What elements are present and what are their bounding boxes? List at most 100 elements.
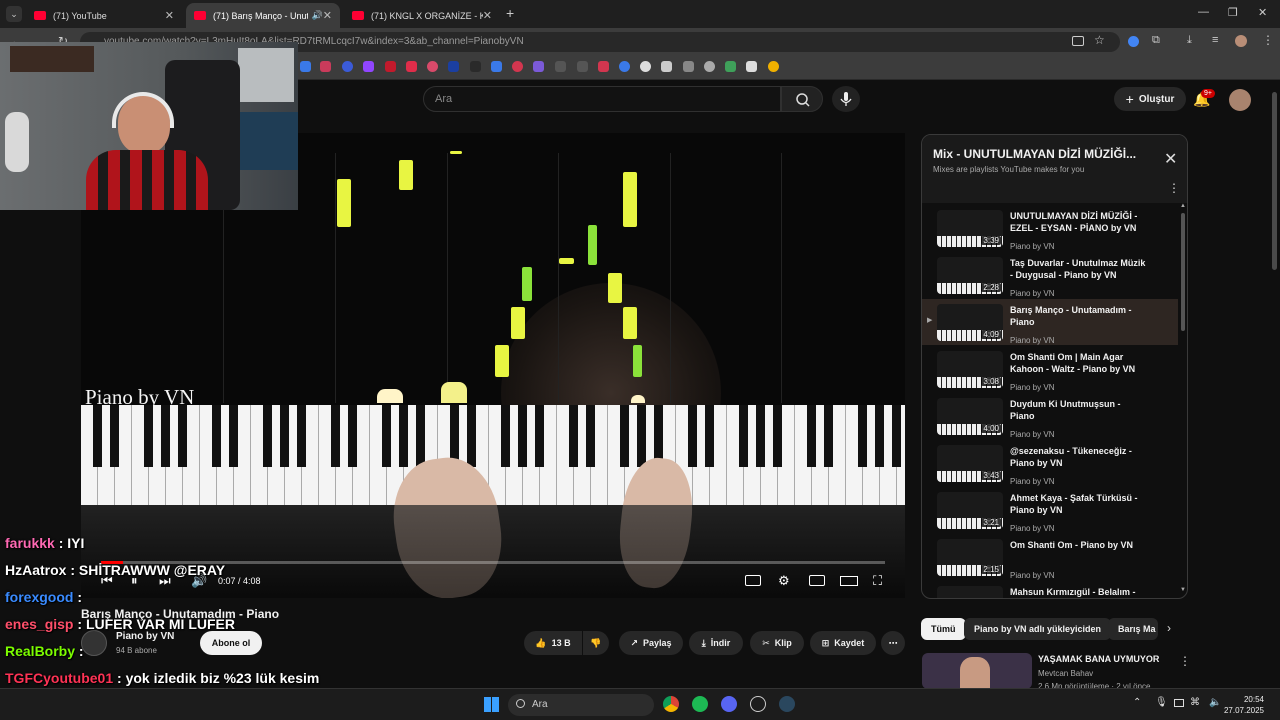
bookmark-star-icon[interactable]: ☆ <box>1094 33 1105 47</box>
tab-kngl[interactable]: (71) KNGL X ORGANİZE - KATLİ ✕ <box>344 3 500 28</box>
playlist-item[interactable]: 4:00 Duydum Ki Unutmuşsun - Piano Piano by… <box>922 393 1178 439</box>
bookmark-icon[interactable] <box>704 61 715 72</box>
chat-username[interactable]: RealBorby <box>5 643 75 659</box>
recommended-channel[interactable]: Mevtcan Bahav <box>1038 669 1093 678</box>
reading-list-icon[interactable]: ≡ <box>1212 34 1218 46</box>
scroll-down-icon[interactable]: ▼ <box>1180 587 1186 593</box>
bookmark-icon[interactable] <box>342 61 353 72</box>
dislike-button[interactable]: 👎 <box>583 631 609 655</box>
bookmark-icon[interactable] <box>598 61 609 72</box>
search-input[interactable]: Ara <box>423 86 781 112</box>
fullscreen-icon[interactable]: ⛶ <box>873 573 882 589</box>
window-close-button[interactable]: ✕ <box>1258 6 1267 19</box>
bookmark-icon[interactable] <box>619 61 630 72</box>
tray-display-icon[interactable] <box>1174 699 1184 707</box>
download-icon[interactable]: ⤓ <box>1187 34 1192 47</box>
tray-chevron-icon[interactable]: ⌃ <box>1133 697 1141 708</box>
bookmark-icon[interactable] <box>363 61 374 72</box>
subscribe-button[interactable]: Abone ol <box>200 631 262 655</box>
bookmark-icon[interactable] <box>320 61 331 72</box>
bookmark-icon[interactable] <box>746 61 757 72</box>
scroll-up-icon[interactable]: ▲ <box>1180 203 1186 209</box>
chip-all[interactable]: Tümü <box>921 618 966 640</box>
cast-icon[interactable] <box>1072 36 1084 46</box>
channel-name[interactable]: Piano by VN <box>116 631 174 642</box>
bookmark-icon[interactable] <box>640 61 651 72</box>
recommended-menu-icon[interactable]: ⋮ <box>1179 654 1191 668</box>
recommended-title[interactable]: YAŞAMAK BANA UYMUYOR <box>1038 654 1159 664</box>
share-button[interactable]: ↗ Paylaş <box>619 631 683 655</box>
discord-icon[interactable] <box>721 696 737 712</box>
like-button[interactable]: 👍 13 B <box>524 631 582 655</box>
bookmark-icon[interactable] <box>555 61 566 72</box>
theater-mode-icon[interactable] <box>840 576 858 586</box>
steam-icon[interactable] <box>779 696 795 712</box>
save-button[interactable]: ⊞ Kaydet <box>810 631 876 655</box>
puzzle-icon[interactable]: ⧉ <box>1152 34 1160 47</box>
subtitles-icon[interactable] <box>745 575 761 586</box>
bookmark-icon[interactable] <box>385 61 396 72</box>
chat-username[interactable]: forexgood <box>5 589 73 605</box>
chat-username[interactable]: TGFCyoutube01 <box>5 670 113 686</box>
playlist-item[interactable]: 2:15 Om Shanti Om - Piano by VN Piano by V… <box>922 534 1178 580</box>
tab-search-icon[interactable]: ⌄ <box>6 6 22 22</box>
chat-username[interactable]: enes_gisp <box>5 616 73 632</box>
gpu-app-icon[interactable] <box>750 696 766 712</box>
bookmark-icon[interactable] <box>661 61 672 72</box>
search-button[interactable] <box>781 86 823 112</box>
more-actions-button[interactable]: ⋯ <box>881 631 905 655</box>
tray-mic-icon[interactable]: 🎙 <box>1155 697 1168 708</box>
taskbar-clock[interactable]: 20:54 27.07.2025 <box>1224 694 1264 716</box>
close-icon[interactable]: ✕ <box>483 9 492 22</box>
microphone-button[interactable] <box>832 86 860 112</box>
bookmark-icon[interactable] <box>768 61 779 72</box>
tab-youtube[interactable]: (71) YouTube ✕ <box>26 3 182 28</box>
playlist-item[interactable]: 3:21 Ahmet Kaya - Şafak Türküsü - Piano b… <box>922 487 1178 533</box>
close-icon[interactable]: ✕ <box>1164 149 1177 169</box>
close-icon[interactable]: ✕ <box>165 9 174 22</box>
taskbar-search[interactable]: Ara <box>508 694 654 716</box>
chip-uploader[interactable]: Piano by VN adlı yükleyiciden <box>964 618 1112 640</box>
maximize-button[interactable]: ❐ <box>1228 6 1238 19</box>
tab-baris-manco[interactable]: (71) Barış Manço - Unutama 🔊 ✕ <box>186 3 340 28</box>
new-tab-button[interactable]: + <box>506 5 514 21</box>
recommended-thumbnail[interactable] <box>922 653 1032 689</box>
bookmark-icon[interactable] <box>470 61 481 72</box>
playlist-item[interactable]: 3:39 UNUTULMAYAN DİZİ MÜZİĞİ - EZEL - EYS… <box>922 205 1178 251</box>
playlist-scrollbar[interactable] <box>1181 213 1185 331</box>
chrome-icon[interactable] <box>663 696 679 712</box>
playlist-item[interactable]: 3:43 @sezenaksu - Tükeneceğiz - Piano by … <box>922 440 1178 486</box>
windows-start-icon[interactable] <box>484 697 499 712</box>
account-avatar[interactable] <box>1229 89 1251 111</box>
chat-username[interactable]: HzAatrox <box>5 562 66 578</box>
extension-icon[interactable] <box>1128 36 1139 47</box>
bookmark-icon[interactable] <box>491 61 502 72</box>
bookmark-icon[interactable] <box>427 61 438 72</box>
bookmark-icon[interactable] <box>577 61 588 72</box>
playlist-item[interactable]: 2:28 Taş Duvarlar - Unutulmaz Müzik - Duy… <box>922 252 1178 298</box>
spotify-icon[interactable] <box>692 696 708 712</box>
clip-button[interactable]: ✂ Klip <box>750 631 804 655</box>
channel-avatar[interactable] <box>81 630 107 656</box>
create-button[interactable]: + Oluştur <box>1114 87 1186 111</box>
speaker-icon[interactable]: 🔊 <box>312 10 323 21</box>
close-icon[interactable]: ✕ <box>323 9 332 22</box>
playlist-item[interactable]: 3:08 Om Shanti Om | Main Agar Kahoon - Wa… <box>922 346 1178 392</box>
download-button[interactable]: ⤓ İndir <box>689 631 743 655</box>
browser-menu-icon[interactable]: ⋮ <box>1262 33 1274 47</box>
bookmark-icon[interactable] <box>683 61 694 72</box>
bookmark-icon[interactable] <box>300 61 311 72</box>
bookmark-icon[interactable] <box>533 61 544 72</box>
settings-gear-icon[interactable]: ⚙ <box>778 573 790 589</box>
bookmark-icon[interactable] <box>448 61 459 72</box>
chip-baris[interactable]: Barış Ma <box>1108 618 1158 640</box>
chat-username[interactable]: farukkk <box>5 535 55 551</box>
miniplayer-icon[interactable] <box>809 575 825 586</box>
chevron-right-icon[interactable]: › <box>1167 621 1171 635</box>
playlist-item[interactable]: Mahsun Kırmızıgül - Belalım - Piano by V… <box>922 581 1178 598</box>
minimize-button[interactable]: — <box>1198 6 1209 18</box>
profile-avatar[interactable] <box>1235 35 1247 47</box>
playlist-item[interactable]: ▶ 4:09 Barış Manço - Unutamadım - Piano Pia… <box>922 299 1178 345</box>
bookmark-icon[interactable] <box>725 61 736 72</box>
bookmark-icon[interactable] <box>512 61 523 72</box>
